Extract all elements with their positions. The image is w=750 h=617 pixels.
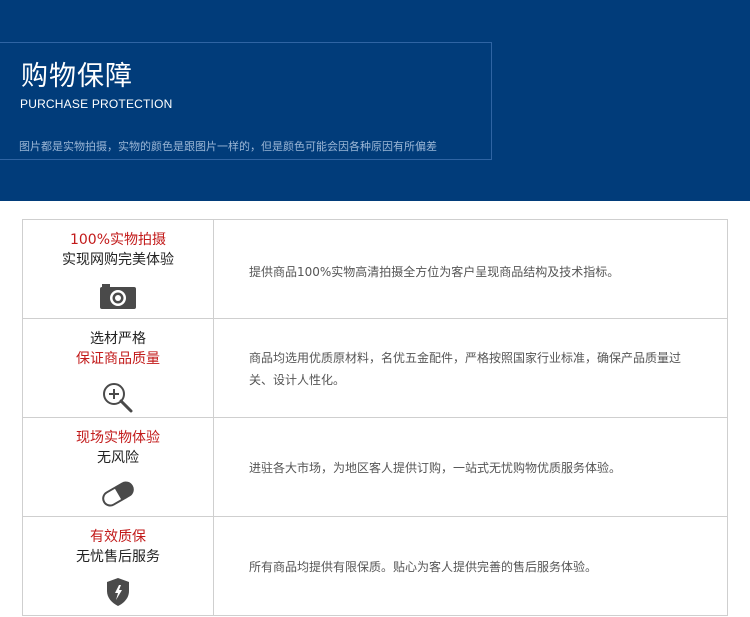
table-row: 选材严格 保证商品质量 商品均选用优质原材料，名优五金配件，严格按照国家行业标准… <box>23 319 727 418</box>
row-label-cell: 100%实物拍摄 实现网购完美体验 <box>23 220 214 318</box>
row-subline: 保证商品质量 <box>76 351 160 367</box>
row-description: 提供商品100%实物高清拍摄全方位为客户呈现商品结构及技术指标。 <box>249 265 620 279</box>
row-headline: 选材严格 <box>90 331 146 347</box>
row-label-cell: 选材严格 保证商品质量 <box>23 319 214 417</box>
row-headline: 现场实物体验 <box>76 430 160 446</box>
table-row: 有效质保 无忧售后服务 所有商品均提供有限保质。贴心为客人提供完善的售后服务体验… <box>23 517 727 615</box>
row-description: 所有商品均提供有限保质。贴心为客人提供完善的售后服务体验。 <box>249 560 598 574</box>
camera-icon <box>98 282 138 314</box>
table-row: 100%实物拍摄 实现网购完美体验 提供商品100%实物高清拍摄全方位为客户呈现… <box>23 220 727 319</box>
row-subline: 无忧售后服务 <box>76 549 160 565</box>
shield-icon <box>98 577 138 609</box>
page-subtitle: PURCHASE PROTECTION <box>20 97 173 111</box>
banner-note: 图片都是实物拍摄，实物的颜色是跟图片一样的，但是颜色可能会因各种原因有所偏差 <box>19 140 437 153</box>
row-description: 商品均选用优质原材料，名优五金配件，严格按照国家行业标准，确保产品质量过关、设计… <box>249 351 682 387</box>
row-description: 进驻各大市场，为地区客人提供订购，一站式无忧购物优质服务体验。 <box>249 461 622 475</box>
page-title: 购物保障 <box>21 61 133 92</box>
row-headline: 100%实物拍摄 <box>69 232 167 248</box>
protection-table: 100%实物拍摄 实现网购完美体验 提供商品100%实物高清拍摄全方位为客户呈现… <box>22 219 728 616</box>
magnifier-plus-icon <box>98 381 138 413</box>
row-headline: 有效质保 <box>90 529 146 545</box>
row-subline: 无风险 <box>97 450 139 466</box>
pill-icon <box>98 478 138 510</box>
row-subline: 实现网购完美体验 <box>62 252 174 268</box>
table-row: 现场实物体验 无风险 进驻各大市场，为地区客人提供订购，一站式无忧购物优质服务体… <box>23 418 727 517</box>
row-label-cell: 现场实物体验 无风险 <box>23 418 214 516</box>
banner: 购物保障 PURCHASE PROTECTION 图片都是实物拍摄，实物的颜色是… <box>0 0 750 201</box>
row-label-cell: 有效质保 无忧售后服务 <box>23 517 214 615</box>
